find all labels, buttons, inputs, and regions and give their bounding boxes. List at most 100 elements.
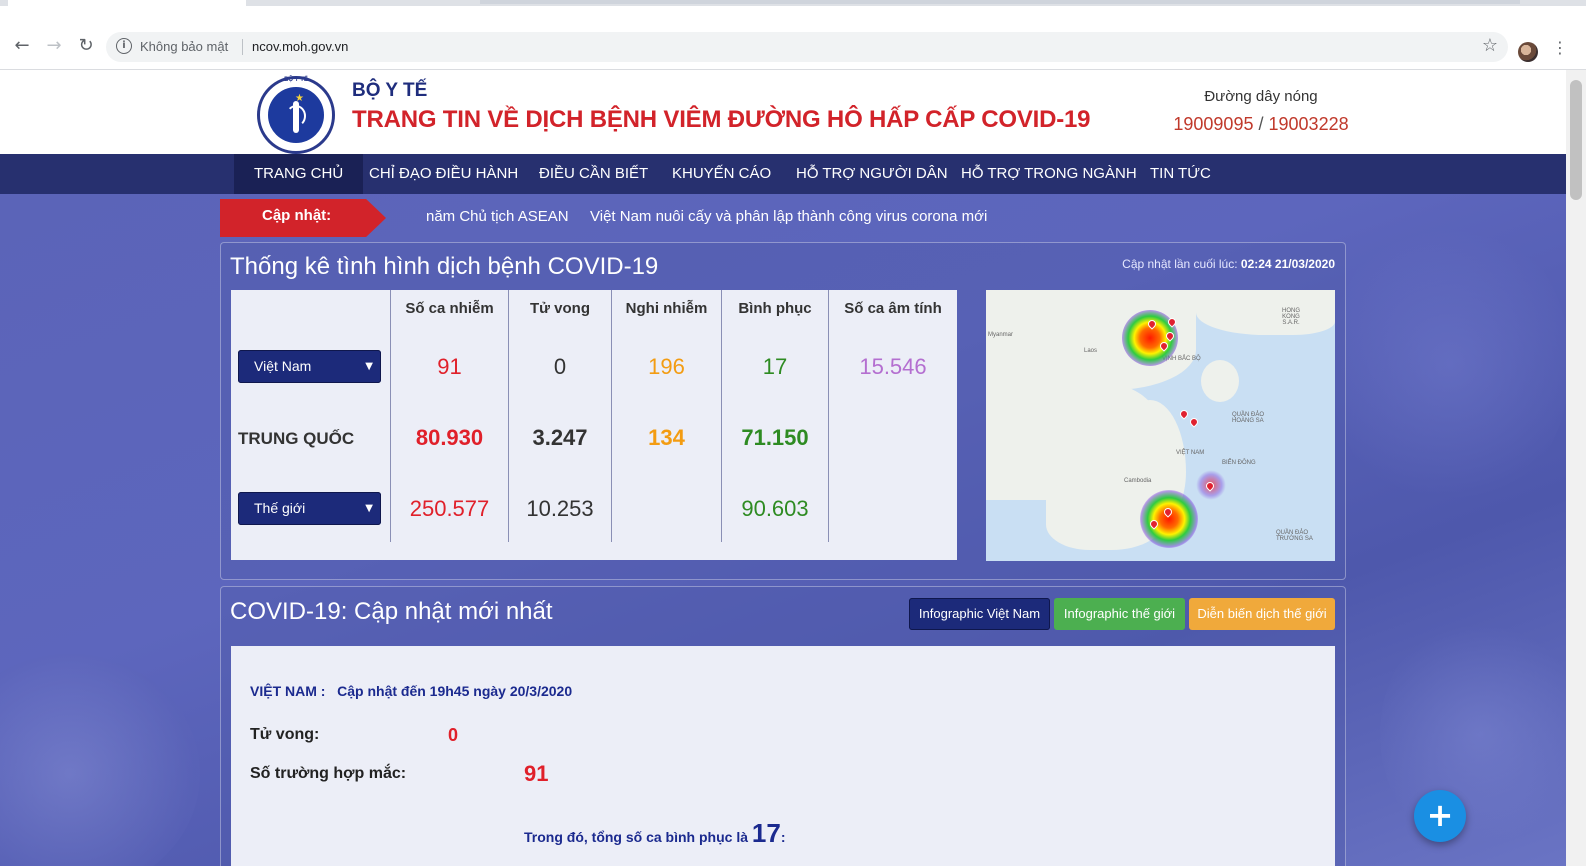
heatmap-hotspot-south (1140, 490, 1198, 548)
hotline-2[interactable]: 19003228 (1269, 114, 1349, 134)
menu-icon[interactable]: ⋮ (1552, 38, 1568, 57)
map-land-island (1201, 360, 1239, 402)
profile-avatar[interactable] (1518, 42, 1538, 62)
nav-item-directives[interactable]: Chỉ đạo điều hành (349, 154, 538, 194)
vn-updated: Cập nhật đến 19h45 ngày 20/3/2020 (337, 683, 573, 699)
last-update-label: Cập nhật lần cuối lúc: (1122, 257, 1238, 271)
bg-glow-2 (1380, 614, 1566, 854)
header-infected: Số ca nhiễm (405, 300, 494, 317)
world-recovered: 90.603 (741, 496, 809, 521)
recovered-prefix: Trong đó, tổng số ca bình phục là (524, 829, 748, 845)
plus-icon[interactable]: + (1414, 790, 1466, 842)
country-select-label: Việt Nam (254, 358, 312, 374)
recovered-suffix: : (780, 829, 786, 845)
map-marker-pin[interactable] (1188, 416, 1200, 428)
nav-item-home[interactable]: Trang chủ (234, 154, 364, 194)
stats-title: Thống kê tình hình dịch bệnh COVID-19 (230, 253, 659, 280)
outbreak-map[interactable]: Myanmar Laos HONG KONG S.A.R. VỊNH BẮC B… (986, 290, 1335, 561)
infographic-world-button[interactable]: Infographic thế giới (1054, 598, 1185, 630)
infographic-vietnam-button[interactable]: Infographic Việt Nam (909, 598, 1050, 630)
column-divider (828, 290, 829, 542)
cn-infected: 80.930 (415, 425, 484, 450)
map-label: QUẦN ĐẢO TRƯỜNG SA (1276, 530, 1313, 542)
deaths-value: 0 (448, 725, 459, 745)
hotline-numbers: 19009095 / 19003228 (1170, 114, 1352, 135)
header-recovered: Bình phục (738, 300, 812, 317)
map-label: QUẦN ĐẢO HOÀNG SA (1232, 412, 1265, 424)
stats-table: Số ca nhiễm Tử vong Nghi nhiễm Bình phục… (231, 290, 957, 560)
cn-recovered: 71.150 (741, 425, 809, 450)
header-negative: Số ca âm tính (844, 300, 942, 317)
bookmark-star-icon[interactable]: ☆ (1482, 35, 1498, 56)
map-label: VIỆT NAM (1176, 450, 1205, 456)
vn-deaths: 0 (553, 354, 567, 379)
hotline-1[interactable]: 19009095 (1173, 114, 1253, 134)
country-select-label: Thế giới (254, 500, 306, 516)
main-nav: Trang chủ Chỉ đạo điều hành Điều cần biế… (0, 154, 1566, 194)
site-header: BỘ Y TẾ ★ BỘ Y TẾ TRANG TIN VỀ DỊCH BỆNH… (0, 70, 1566, 154)
address-bar[interactable]: i Không bảo mật ncov.moh.gov.vn ☆ (106, 32, 1508, 62)
nav-item-industry-support[interactable]: Hỗ trợ trong ngành (941, 154, 1157, 194)
page-scrollbar[interactable] (1566, 70, 1586, 866)
header-suspected: Nghi nhiễm (625, 300, 708, 317)
vn-update-line: VIỆT NAM : Cập nhật đến 19h45 ngày 20/3/… (250, 683, 572, 699)
url-text[interactable]: ncov.moh.gov.vn (252, 39, 348, 54)
last-update-value: 02:24 21/03/2020 (1240, 257, 1335, 271)
cn-suspected: 134 (648, 425, 685, 450)
bg-glow (1330, 214, 1566, 514)
column-divider (611, 290, 612, 542)
vn-label: VIỆT NAM : (250, 683, 326, 699)
header-deaths: Tử vong (529, 300, 591, 317)
hotline-sep: / (1258, 114, 1264, 134)
country-select-vietnam[interactable]: Việt Nam ▼ (238, 350, 381, 383)
security-label[interactable]: Không bảo mật (140, 39, 228, 54)
china-label: TRUNG QUỐC (238, 429, 355, 448)
nav-item-citizen-support[interactable]: Hỗ trợ người dân (776, 154, 968, 194)
org-name: BỘ Y TẾ (352, 80, 428, 101)
forward-icon[interactable]: → (42, 34, 66, 58)
site-title[interactable]: TRANG TIN VỀ DỊCH BỆNH VIÊM ĐƯỜNG HÔ HẤP… (352, 106, 1091, 134)
chevron-down-icon: ▼ (365, 503, 373, 514)
map-label: Cambodia (1124, 478, 1152, 484)
map-label: Myanmar (988, 332, 1014, 338)
ticker-item[interactable]: năm Chủ tịch ASEAN (426, 208, 569, 225)
map-label: HONG KONG S.A.R. (1282, 308, 1300, 326)
vn-recovered: 17 (762, 354, 788, 379)
nav-item-need-to-know[interactable]: Điều cần biết (519, 154, 668, 194)
country-select-world[interactable]: Thế giới ▼ (238, 492, 381, 525)
recovered-value: 17 (751, 818, 781, 848)
recovered-line: Trong đó, tổng số ca bình phục là 17: (524, 818, 785, 849)
cases-label: Số trường hợp mắc: (250, 765, 407, 782)
info-icon[interactable]: i (116, 38, 132, 54)
nav-item-news[interactable]: Tin tức (1130, 154, 1231, 194)
cn-deaths: 3.247 (532, 425, 588, 450)
world-infected: 250.577 (409, 496, 490, 521)
deaths-label: Tử vong: (250, 726, 320, 743)
nav-item-recommendations[interactable]: Khuyến cáo (652, 154, 791, 194)
updates-title: COVID-19: Cập nhật mới nhất (230, 598, 553, 625)
logo-ring-text: BỘ Y TẾ (284, 77, 308, 83)
scrollbar-thumb[interactable] (1570, 80, 1582, 200)
vn-infected: 91 (437, 354, 462, 379)
separator (242, 39, 243, 55)
chevron-down-icon: ▼ (365, 361, 373, 372)
last-update: Cập nhật lần cuối lúc: 02:24 21/03/2020 (1100, 257, 1335, 271)
reload-icon[interactable]: ↻ (74, 34, 98, 58)
cases-value: 91 (524, 761, 549, 786)
world-deaths: 10.253 (526, 496, 594, 521)
vn-suspected: 196 (648, 354, 685, 379)
browser-tab-inactive[interactable] (480, 0, 1520, 4)
vn-negative: 15.546 (859, 354, 927, 379)
back-icon[interactable]: ← (10, 34, 34, 58)
world-timeline-button[interactable]: Diễn biến dịch thế giới (1189, 598, 1335, 630)
snake-icon (286, 105, 306, 127)
ticker-item[interactable]: Việt Nam nuôi cấy và phân lập thành công… (590, 208, 987, 225)
ministry-logo[interactable]: BỘ Y TẾ ★ (257, 76, 335, 154)
hotline-label: Đường dây nóng (1204, 88, 1318, 105)
map-label: BIỂN ĐÔNG (1222, 460, 1256, 466)
map-marker-pin[interactable] (1178, 408, 1190, 420)
map-label: Laos (1084, 348, 1098, 354)
map-land (1196, 290, 1335, 335)
ticker-label: Cập nhật: (220, 199, 386, 237)
bg-virus-decoration (0, 654, 200, 866)
